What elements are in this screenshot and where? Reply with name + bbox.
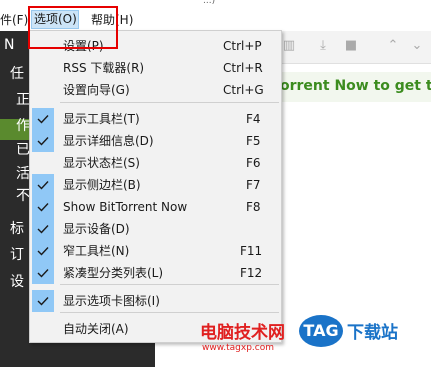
checkmark-icon xyxy=(32,174,54,196)
menu-item-shortcut: F5 xyxy=(246,134,261,148)
menu-item[interactable]: RSS 下载器(R) Ctrl+R xyxy=(30,57,281,79)
menu-item-label: 自动关闭(A) xyxy=(63,322,129,336)
toolbar-trash-icon[interactable]: ▥ xyxy=(282,39,296,53)
checkmark-icon xyxy=(32,240,54,262)
checkmark-slot xyxy=(32,57,54,79)
menu-separator xyxy=(60,102,279,103)
menu-item[interactable]: 显示工具栏(T) F4 xyxy=(30,108,281,130)
menu-item-label: 窄工具栏(N) xyxy=(63,244,130,258)
watermark-url: www.tagxp.com xyxy=(202,343,274,353)
menu-item[interactable]: Show BitTorrent Now F8 xyxy=(30,196,281,218)
menu-item[interactable]: 显示侧边栏(B) F7 xyxy=(30,174,281,196)
menu-file[interactable]: 件(F) xyxy=(0,12,28,28)
menu-item-shortcut: Ctrl+R xyxy=(223,61,263,75)
menu-item-shortcut: F4 xyxy=(246,112,261,126)
menu-item[interactable]: 显示选项卡图标(I) xyxy=(30,290,281,312)
menu-item-shortcut: Ctrl+G xyxy=(223,83,264,97)
chevron-up-icon[interactable]: ⌃ xyxy=(386,39,400,53)
watermark: 电脑技术网 www.tagxp.com TAG 下载站 xyxy=(200,315,431,367)
menu-item[interactable]: 显示详细信息(D) F5 xyxy=(30,130,281,152)
checkmark-slot xyxy=(32,152,54,174)
menu-item[interactable]: 窄工具栏(N) F11 xyxy=(30,240,281,262)
menu-item-label: 显示侧边栏(B) xyxy=(63,178,141,192)
menu-item[interactable]: 显示设备(D) xyxy=(30,218,281,240)
highlight-annotation xyxy=(28,6,118,49)
checkmark-icon xyxy=(32,262,54,284)
menu-item-shortcut: F7 xyxy=(246,178,261,192)
menu-separator xyxy=(60,284,279,285)
menu-item-label: 显示详细信息(D) xyxy=(63,134,154,148)
menu-item-shortcut: F12 xyxy=(240,266,263,280)
checkmark-icon xyxy=(32,196,54,218)
menu-item-shortcut: F6 xyxy=(246,156,261,170)
menu-item-label: 设置向导(G) xyxy=(63,83,130,97)
menu-item[interactable]: 紧凑型分类列表(L) F12 xyxy=(30,262,281,284)
toolbar: ▥ ⤓ ■ ⌃ ⌄ xyxy=(280,31,431,64)
menu-item-label: 显示选项卡图标(I) xyxy=(63,294,160,308)
checkmark-icon xyxy=(32,108,54,130)
window-title-fragment: ...) xyxy=(203,0,216,6)
checkmark-icon xyxy=(32,218,54,240)
menu-item-shortcut: F8 xyxy=(246,200,261,214)
watermark-text: 电脑技术网 xyxy=(200,323,285,343)
download-icon[interactable]: ⤓ xyxy=(316,39,330,53)
options-menu-dropdown: 设置(P) Ctrl+P RSS 下载器(R) Ctrl+R 设置向导(G) Ctrl+G… xyxy=(29,30,282,343)
menu-item-label: 显示设备(D) xyxy=(63,222,130,236)
menu-item-label: 显示工具栏(T) xyxy=(63,112,140,126)
menu-item[interactable]: 设置向导(G) Ctrl+G xyxy=(30,79,281,101)
menu-item-label: RSS 下载器(R) xyxy=(63,61,145,75)
checkmark-icon xyxy=(32,130,54,152)
checkmark-slot xyxy=(32,79,54,101)
menu-item-shortcut: F11 xyxy=(240,244,263,258)
watermark-tail: 下载站 xyxy=(347,323,398,343)
menu-separator xyxy=(60,312,279,313)
watermark-tag-logo: TAG xyxy=(299,315,343,347)
menu-item-label: 显示状态栏(S) xyxy=(63,156,140,170)
checkmark-slot xyxy=(32,318,54,340)
promo-banner[interactable]: orrent Now to get to xyxy=(280,72,431,102)
menu-item-label: Show BitTorrent Now xyxy=(63,200,188,214)
menu-item-shortcut: Ctrl+P xyxy=(223,39,262,53)
checkmark-icon xyxy=(32,290,54,312)
banner-text: orrent Now to get to xyxy=(280,78,431,94)
stop-icon[interactable]: ■ xyxy=(344,39,358,53)
chevron-down-icon[interactable]: ⌄ xyxy=(410,39,424,53)
menu-item-label: 紧凑型分类列表(L) xyxy=(63,266,164,280)
menu-item[interactable]: 显示状态栏(S) F6 xyxy=(30,152,281,174)
